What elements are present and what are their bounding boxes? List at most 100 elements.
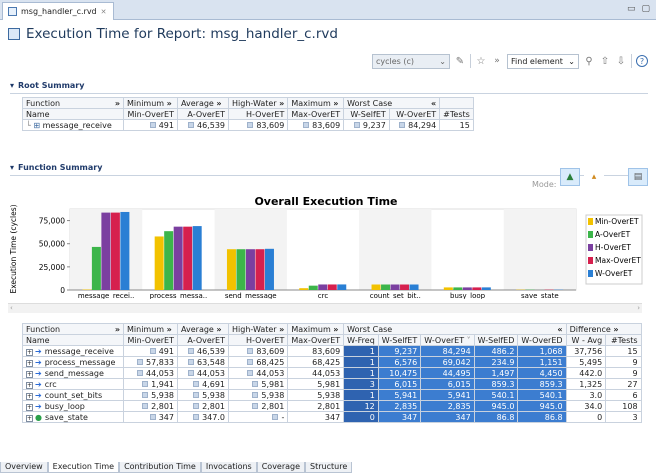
- col-max-overet[interactable]: Max-OverET: [287, 334, 345, 346]
- bottom-tab[interactable]: Contribution Time: [119, 462, 201, 473]
- pie-mode-button[interactable]: ▴: [584, 168, 604, 186]
- scroll-left-icon[interactable]: ‹: [10, 304, 13, 312]
- expand-icon[interactable]: +: [26, 403, 33, 411]
- star-icon[interactable]: ☆: [475, 55, 487, 67]
- h-overet-value: 83,609: [256, 346, 285, 356]
- col-min-overet[interactable]: Min-OverET: [123, 334, 178, 346]
- col-w-selfet[interactable]: W-SelfET: [377, 334, 422, 346]
- bottom-tab[interactable]: Overview: [0, 462, 48, 473]
- function-summary-header[interactable]: ▾ Function Summary: [10, 160, 102, 174]
- wrench-icon[interactable]: ✎: [454, 55, 466, 67]
- bar: [91, 246, 101, 290]
- group-minimum[interactable]: Minimum »: [123, 323, 178, 335]
- page-title: Execution Time for Report: msg_handler_c…: [26, 26, 338, 42]
- minimize-icon[interactable]: ▭: [627, 4, 636, 14]
- chart-scrollbar[interactable]: ‹ ›: [8, 303, 642, 313]
- col-min-overet[interactable]: Min-OverET: [123, 108, 178, 120]
- group-worst-case[interactable]: Worst Case «: [343, 97, 441, 109]
- col-w-overet[interactable]: W-OverET ˅: [420, 334, 475, 346]
- table-row[interactable]: + ➔ send_message 44,053 44,053 44,053 44,053 1 1…: [22, 367, 642, 379]
- table-row[interactable]: + ● save_state 347 347.0-347 0 347 347 86.8 86.8 0…: [22, 411, 642, 423]
- bar: [409, 284, 419, 290]
- group-high-water[interactable]: High-Water »: [227, 97, 289, 109]
- root-summary-header[interactable]: ▾ Root Summary: [10, 78, 84, 92]
- group-average[interactable]: Average »: [177, 323, 229, 335]
- group-high-water[interactable]: High-Water »: [227, 323, 289, 335]
- search-icon[interactable]: ⚲: [583, 55, 595, 67]
- a-overet-value: 5,938: [202, 390, 225, 400]
- function-name: save_state: [44, 412, 88, 422]
- group-maximum[interactable]: Maximum »: [287, 323, 345, 335]
- expand-icon[interactable]: +: [26, 392, 33, 400]
- bottom-tab[interactable]: Coverage: [256, 462, 306, 473]
- w-overet-value: 347: [420, 411, 475, 423]
- col-h-overet[interactable]: H-OverET: [227, 334, 289, 346]
- h-overet-value: 5,938: [261, 390, 285, 400]
- table-row[interactable]: + ➔ message_receive 491 46,539 83,609 83,609 1 9…: [22, 345, 642, 357]
- metric-icon: [252, 403, 259, 409]
- expand-icon[interactable]: +: [26, 381, 33, 389]
- col-tests[interactable]: #Tests: [439, 108, 474, 120]
- col-w-selfet[interactable]: W-SelfET: [343, 108, 390, 120]
- min-overet-value: 57,833: [146, 357, 174, 367]
- col-w-overet[interactable]: W-OverET: [388, 108, 441, 120]
- col-name[interactable]: Name: [22, 108, 124, 120]
- expand-icon[interactable]: +: [26, 370, 33, 378]
- metric-icon: [188, 370, 194, 376]
- maximize-icon[interactable]: ▢: [641, 4, 650, 14]
- group-maximum[interactable]: Maximum »: [287, 97, 345, 109]
- chevron-down-icon: ⌄: [568, 56, 575, 66]
- tree-icon: ⊞: [33, 120, 41, 130]
- toolbar: cycles (c) ⌄ ✎ ☆ » Find element ⌄ ⚲ ⇧ ⇩ …: [372, 53, 648, 69]
- expand-icon[interactable]: +: [26, 359, 33, 367]
- bottom-tab[interactable]: Structure: [305, 462, 353, 473]
- group-function[interactable]: Function»: [22, 323, 124, 335]
- col-w-avg[interactable]: W - Avg: [565, 334, 607, 346]
- metric-icon: [137, 359, 143, 365]
- arrow-down-icon[interactable]: ⇩: [615, 55, 627, 67]
- y-axis-label: Execution Time (cycles): [9, 204, 18, 293]
- col-a-overet[interactable]: A-OverET: [177, 108, 229, 120]
- table-row[interactable]: + ➔ busy_loop 2,801 2,801 2,801 2,801 12 2,835 2,…: [22, 400, 642, 412]
- bar: [173, 226, 183, 290]
- scroll-right-icon[interactable]: ›: [637, 304, 640, 312]
- group-worst-case[interactable]: Worst Case «: [343, 323, 567, 335]
- root-summary-title: Root Summary: [18, 80, 85, 90]
- table-mode-button[interactable]: ▤: [628, 168, 648, 186]
- w-overet-value: 6,015: [420, 378, 475, 390]
- table-row[interactable]: + ➔ count_set_bits 5,938 5,938 5,938 5,938 1 5,9…: [22, 389, 642, 401]
- close-icon[interactable]: ✕: [101, 8, 107, 16]
- expand-icon[interactable]: +: [26, 414, 33, 422]
- col-w-selfed[interactable]: W-SelfED: [473, 334, 519, 346]
- chart-mode-button[interactable]: ▲: [560, 168, 580, 186]
- bottom-tab[interactable]: Execution Time: [47, 462, 120, 473]
- arrow-up-icon[interactable]: ⇧: [599, 55, 611, 67]
- col-name[interactable]: Name: [22, 334, 124, 346]
- find-element-select[interactable]: Find element ⌄: [507, 53, 579, 69]
- table-row[interactable]: + ➔ crc 1,941 4,691 5,981 5,981 3 6,015 6,015 859.…: [22, 378, 642, 390]
- col-max-overet[interactable]: Max-OverET: [287, 108, 345, 120]
- a-overet-value: 46,539: [197, 346, 225, 356]
- group-average[interactable]: Average »: [177, 97, 229, 109]
- expand-icon[interactable]: +: [26, 348, 33, 356]
- group-function[interactable]: Function»: [22, 97, 124, 109]
- col-tests[interactable]: #Tests: [605, 334, 642, 346]
- group-minimum[interactable]: Minimum »: [123, 97, 178, 109]
- y-tick-label: 25,000: [39, 263, 65, 272]
- group-difference[interactable]: Difference »: [565, 323, 642, 335]
- help-icon[interactable]: ?: [636, 55, 648, 67]
- tests-value: 6: [605, 389, 642, 401]
- w-selfed-value: 540.1: [473, 389, 519, 401]
- unit-select[interactable]: cycles (c) ⌄: [372, 53, 450, 69]
- col-h-overet[interactable]: H-OverET: [227, 108, 289, 120]
- col-a-overet[interactable]: A-OverET: [177, 334, 229, 346]
- col-w-freq[interactable]: W-Freq: [343, 334, 379, 346]
- chevron-right-icon[interactable]: »: [491, 55, 503, 67]
- a-overet-value: 44,053: [197, 368, 225, 378]
- table-row[interactable]: └ ⊞ message_receive 491 46,539 83,609 83…: [22, 119, 474, 131]
- col-w-overed[interactable]: W-OverED: [517, 334, 567, 346]
- bottom-tab[interactable]: Invocations: [200, 462, 257, 473]
- editor-tab[interactable]: msg_handler_c.rvd ✕: [2, 2, 114, 20]
- table-row[interactable]: + ➔ process_message 57,833 63,548 68,425 68,42…: [22, 356, 642, 368]
- h-overet-value: 68,425: [256, 357, 285, 367]
